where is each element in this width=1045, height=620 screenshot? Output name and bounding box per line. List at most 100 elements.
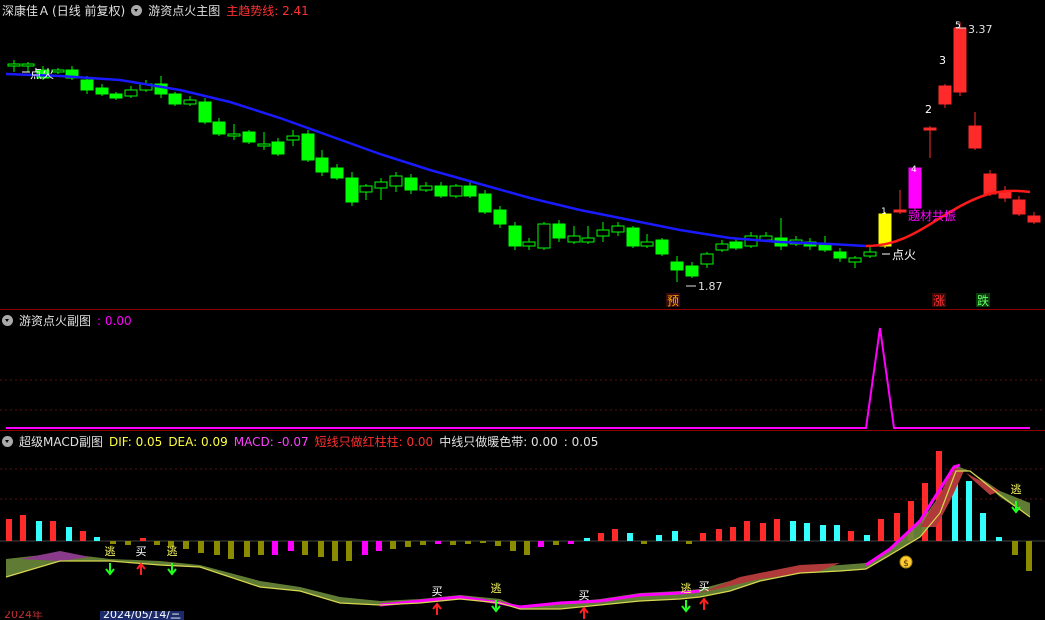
candle-body <box>227 133 241 137</box>
macd-histogram-bar <box>598 533 604 541</box>
macd-histogram-bar <box>864 535 870 541</box>
macd-header: 超级MACD副图 DIF: 0.05 DEA: 0.09 MACD: -0.07 短线只… <box>2 434 604 450</box>
buy-arrow-icon <box>699 597 709 610</box>
macd-histogram-bar <box>641 541 647 544</box>
rise-marker: 涨 <box>933 293 945 308</box>
ignite-signal-line <box>6 327 1030 429</box>
candle-body <box>493 209 507 225</box>
candle-body <box>567 235 581 243</box>
dea-value: DEA: 0.09 <box>168 435 228 449</box>
sub1-dropdown-icon[interactable] <box>2 315 13 326</box>
macd-histogram-bar <box>450 541 456 545</box>
sell-signal-label: 逃 <box>681 582 692 595</box>
macd-histogram-bar <box>894 513 900 541</box>
macd-histogram-bar <box>435 541 441 544</box>
macd-histogram-bar <box>480 541 486 543</box>
candle-body <box>938 85 952 105</box>
macd-histogram-bar <box>214 541 220 555</box>
buy-arrow-icon <box>136 562 146 575</box>
candle-body <box>685 265 699 277</box>
candlestick-chart[interactable]: 3.371.87点火点火题材共振14235预涨跌 <box>0 0 1045 309</box>
candle-body <box>968 125 982 149</box>
sell-signal-label: 逃 <box>167 545 178 558</box>
candle-body <box>389 175 403 187</box>
macd-histogram-bar <box>1026 541 1032 571</box>
candle-body <box>478 193 492 213</box>
high-price-label: 3.37 <box>968 23 993 36</box>
candle-body <box>168 93 182 105</box>
candle-body <box>1012 199 1026 215</box>
macd-histogram-bar <box>288 541 294 551</box>
sub1-value: : 0.00 <box>97 314 132 328</box>
low-price-label: 1.87 <box>698 280 723 293</box>
macd-histogram-bar <box>346 541 352 561</box>
macd-histogram-bar <box>125 541 131 545</box>
candle-body <box>893 209 907 213</box>
candle-body <box>878 213 892 247</box>
trend-line-value: 主趋势线: 2.41 <box>226 4 309 18</box>
candle-body <box>374 181 388 189</box>
macd-ribbon <box>6 465 1030 609</box>
macd-histogram-bar <box>524 541 530 555</box>
candle-body <box>330 167 344 179</box>
sub1-title[interactable]: 游资点火副图 <box>19 314 91 328</box>
macd-histogram-bar <box>820 525 826 541</box>
macd-value: MACD: -0.07 <box>233 435 309 449</box>
candle-body <box>80 79 94 91</box>
date-axis: 2024年 2024/05/14/三 <box>0 611 1045 620</box>
candle-body <box>124 89 138 97</box>
candle-body <box>242 131 256 143</box>
macd-histogram-bar <box>362 541 368 555</box>
sell-signal-label: 逃 <box>491 582 502 595</box>
candle-body <box>655 239 669 255</box>
macd-histogram-bar <box>154 541 160 545</box>
candle-body <box>21 63 35 67</box>
macd-histogram-bar <box>405 541 411 547</box>
candle-body <box>581 237 595 243</box>
stock-name[interactable]: 深康佳Ａ <box>2 4 50 18</box>
candle-body <box>419 185 433 191</box>
candle-body <box>833 251 847 259</box>
macd-histogram-bar <box>686 541 692 544</box>
candle-body <box>301 133 315 161</box>
macd-dropdown-icon[interactable] <box>2 436 13 447</box>
macd-subchart-panel[interactable]: 逃买逃买逃买逃买逃 $ 超级MACD副图 DIF: 0.05 DEA: 0.09 MAC… <box>0 431 1045 620</box>
macd-histogram-bar <box>627 533 633 541</box>
macd-histogram-bar <box>878 519 884 541</box>
period-label[interactable]: (日线 前复权) <box>52 4 125 18</box>
candle-body <box>359 185 373 193</box>
macd-histogram-bar <box>36 521 42 541</box>
main-trend-line <box>5 72 867 248</box>
candle-body <box>212 121 226 135</box>
macd-histogram-bar <box>80 531 86 541</box>
wave-number-5: 5 <box>955 21 961 31</box>
macd-histogram-bar <box>584 538 590 541</box>
macd-histogram-bar <box>700 533 706 541</box>
main-indicator-name[interactable]: 游资点火主图 <box>148 4 220 18</box>
wave-number-1: 1 <box>881 207 887 217</box>
candle-body <box>700 253 714 265</box>
macd-histogram-bar <box>318 541 324 557</box>
ignite-subchart-panel[interactable]: 游资点火副图 : 0.00 <box>0 310 1045 431</box>
short-line-value: 短线只做红柱柱: 0.00 <box>314 435 434 449</box>
sell-signal-label: 逃 <box>1011 483 1022 496</box>
candle-body <box>596 229 610 237</box>
candle-body <box>626 227 640 247</box>
macd-histogram-bar <box>716 529 722 541</box>
candle-body <box>848 257 862 263</box>
pre-marker: 预 <box>667 294 679 308</box>
macd-histogram-bar <box>774 519 780 541</box>
indicator-dropdown-icon[interactable] <box>131 5 143 16</box>
candle-body <box>198 101 212 123</box>
macd-title[interactable]: 超级MACD副图 <box>19 435 103 449</box>
main-chart-panel[interactable]: 3.37 1.87 点火 点火 题材共振 1 4 2 3 5 预涨跌 深康佳Ａ (日线 前复权) 游资点… <box>0 0 1045 310</box>
candle-body <box>463 185 477 197</box>
ignite-subchart[interactable] <box>0 310 1045 430</box>
macd-histogram-bar <box>94 537 100 541</box>
candle-body <box>715 243 729 251</box>
macd-histogram-bar <box>996 537 1002 541</box>
macd-subchart[interactable]: 逃买逃买 逃买逃 买逃$ <box>0 431 1045 620</box>
main-chart-header: 深康佳Ａ (日线 前复权) 游资点火主图 主趋势线: 2.41 <box>2 3 315 19</box>
candle-body <box>404 177 418 191</box>
sell-arrow-icon <box>105 563 115 576</box>
